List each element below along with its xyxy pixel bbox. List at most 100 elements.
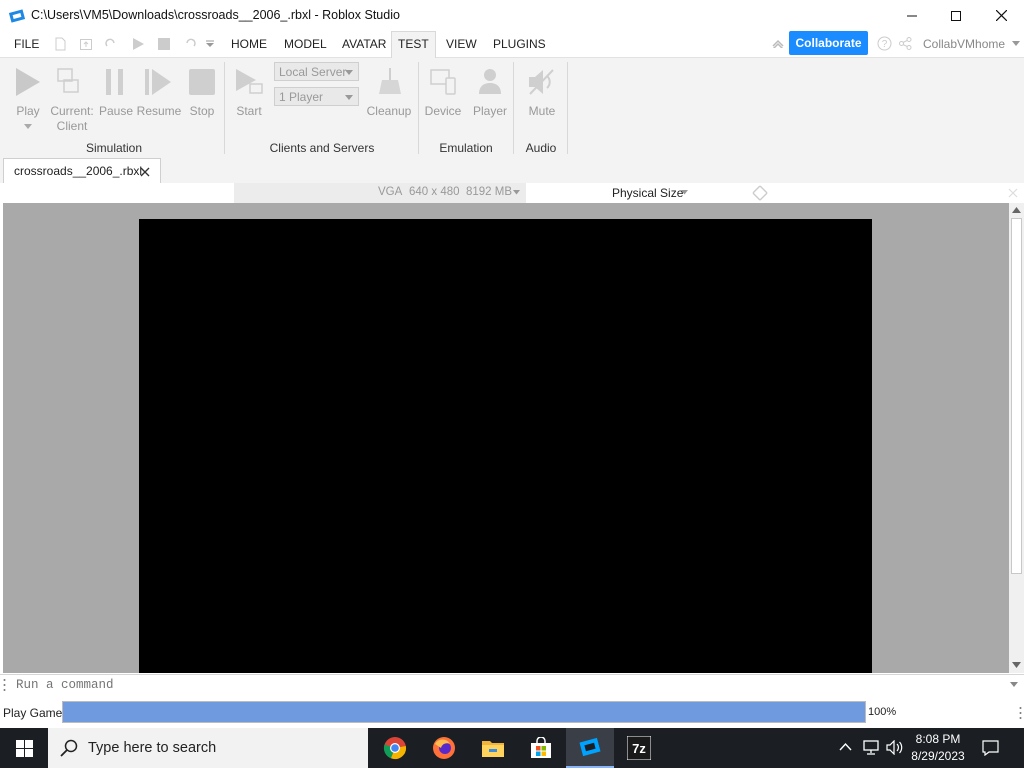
player-count-select[interactable]: 1 Player <box>274 87 359 106</box>
close-tab-icon[interactable] <box>140 167 150 177</box>
progress-percent: 100% <box>868 706 897 718</box>
taskbar-roblox-studio[interactable] <box>566 728 614 768</box>
player-count-value: 1 Player <box>279 90 324 104</box>
ribbon-separator <box>567 62 568 154</box>
start-button[interactable] <box>0 728 48 768</box>
audio-group-label: Audio <box>525 141 557 155</box>
resume-button[interactable] <box>143 66 175 108</box>
device-button[interactable] <box>429 66 459 108</box>
device-resolution: 640 x 480 <box>409 186 460 198</box>
document-tab[interactable]: crossroads__2006_.rbxl <box>3 158 161 184</box>
clock-time[interactable]: 8:08 PM <box>906 732 970 746</box>
mute-icon <box>529 69 554 95</box>
player-emulation-button[interactable] <box>476 66 506 108</box>
scroll-up-icon[interactable] <box>1012 207 1021 213</box>
stop-quick-icon[interactable] <box>157 37 171 51</box>
server-select[interactable]: Local Server <box>274 62 359 81</box>
player-label: Player <box>472 104 507 118</box>
share-icon[interactable] <box>899 37 912 50</box>
redo-icon[interactable] <box>104 37 118 51</box>
chrome-icon <box>383 737 406 760</box>
close-emulation-icon[interactable] <box>1008 188 1018 198</box>
size-mode-select[interactable]: Physical Size <box>612 186 683 200</box>
chevron-down-icon <box>345 95 353 100</box>
roblox-studio-icon <box>9 9 25 23</box>
clock-date[interactable]: 8/29/2023 <box>906 749 970 763</box>
roblox-studio-icon <box>579 737 601 757</box>
play-quick-icon[interactable] <box>131 37 145 51</box>
pause-button[interactable] <box>103 66 129 108</box>
svg-text:7z: 7z <box>632 741 646 756</box>
menu-file[interactable]: FILE <box>8 31 45 57</box>
command-input[interactable] <box>10 676 1011 694</box>
chevron-up-icon[interactable] <box>839 742 852 752</box>
play-button[interactable] <box>14 66 44 128</box>
chevron-down-icon[interactable] <box>513 190 520 195</box>
user-dropdown-icon[interactable] <box>1012 41 1020 46</box>
mute-button[interactable] <box>526 66 556 108</box>
taskbar-firefox[interactable] <box>420 728 468 768</box>
maximize-button[interactable] <box>933 0 979 31</box>
game-view[interactable] <box>139 219 872 673</box>
emulation-group-label: Emulation <box>439 141 493 155</box>
pause-icon <box>106 69 123 95</box>
tab-home[interactable]: HOME <box>225 31 273 57</box>
taskbar-7zip[interactable]: 7z <box>615 728 663 768</box>
undo-icon[interactable] <box>183 37 197 51</box>
start-server-icon <box>236 69 263 94</box>
svg-text:?: ? <box>882 39 888 50</box>
status-label: Play Game <box>3 706 63 720</box>
help-icon[interactable]: ? <box>877 36 892 51</box>
play-dropdown-icon[interactable] <box>24 124 32 129</box>
tab-model[interactable]: MODEL <box>278 31 333 57</box>
scrollbar-thumb[interactable] <box>1011 218 1022 574</box>
mute-label: Mute <box>528 104 556 118</box>
stop-button[interactable] <box>188 66 216 108</box>
client-window-icon <box>57 68 79 93</box>
collaborate-button[interactable]: Collaborate <box>789 31 868 55</box>
quick-access-dropdown-icon[interactable] <box>205 40 215 48</box>
firefox-icon <box>433 737 455 759</box>
volume-icon[interactable] <box>886 740 903 755</box>
player-icon <box>479 69 501 94</box>
rotate-device-icon[interactable] <box>752 185 768 201</box>
simulation-group-label: Simulation <box>85 141 143 155</box>
status-resize-handle[interactable] <box>1019 706 1022 720</box>
ribbon-separator <box>418 62 419 154</box>
notifications-icon[interactable] <box>982 740 999 756</box>
cleanup-button[interactable] <box>375 66 405 108</box>
play-icon <box>16 68 40 96</box>
search-placeholder: Type here to search <box>88 740 217 756</box>
device-name: VGA <box>378 186 403 198</box>
title-bar: C:\Users\VM5\Downloads\crossroads__2006_… <box>0 0 1024 31</box>
chevron-down-icon <box>345 70 353 75</box>
tab-view[interactable]: VIEW <box>440 31 483 57</box>
new-file-icon[interactable] <box>53 37 67 51</box>
scroll-down-icon[interactable] <box>1012 662 1021 668</box>
play-label: Play <box>16 104 40 118</box>
close-button[interactable] <box>978 0 1024 31</box>
taskbar-microsoft-store[interactable] <box>517 728 565 768</box>
stop-label: Stop <box>189 104 215 118</box>
taskbar-file-explorer[interactable] <box>469 728 517 768</box>
network-icon[interactable] <box>863 740 879 755</box>
publish-icon[interactable] <box>79 37 93 51</box>
progress-bar-fill <box>63 702 865 722</box>
minimize-button[interactable] <box>889 0 935 31</box>
start-button[interactable] <box>234 66 264 108</box>
stop-icon <box>189 69 215 95</box>
command-dropdown-icon[interactable] <box>1010 682 1018 687</box>
tab-avatar[interactable]: AVATAR <box>336 31 392 57</box>
resume-icon <box>145 69 171 95</box>
drag-handle-icon[interactable] <box>3 678 6 692</box>
user-name[interactable]: CollabVMhome <box>923 37 1005 51</box>
search-icon <box>60 739 78 757</box>
chevron-down-icon[interactable] <box>681 190 688 195</box>
file-explorer-icon <box>482 741 504 757</box>
window-title: C:\Users\VM5\Downloads\crossroads__2006_… <box>31 8 400 22</box>
taskbar-chrome[interactable] <box>371 728 419 768</box>
tab-test[interactable]: TEST <box>391 31 436 58</box>
collapse-ribbon-icon[interactable] <box>772 38 784 48</box>
clients-servers-group-label: Clients and Servers <box>269 141 375 155</box>
tab-plugins[interactable]: PLUGINS <box>487 31 552 57</box>
